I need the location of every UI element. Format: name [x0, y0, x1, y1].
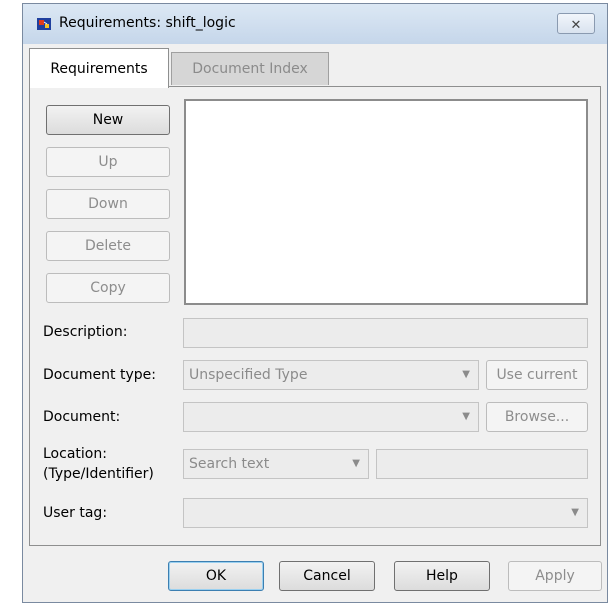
- tab-document-index[interactable]: Document Index: [171, 52, 329, 85]
- ok-button[interactable]: OK: [168, 561, 264, 591]
- down-button[interactable]: Down: [46, 189, 170, 219]
- tab-requirements[interactable]: Requirements: [29, 48, 169, 88]
- browse-button[interactable]: Browse...: [486, 402, 588, 432]
- cancel-button[interactable]: Cancel: [279, 561, 375, 591]
- title-bar[interactable]: Requirements: shift_logic ✕: [23, 4, 607, 44]
- location-identifier-field[interactable]: [376, 449, 588, 479]
- requirements-dialog: Requirements: shift_logic ✕ Requirements…: [22, 3, 608, 603]
- document-select[interactable]: ▼: [183, 402, 479, 432]
- new-button[interactable]: New: [46, 105, 170, 135]
- chevron-down-icon: ▼: [571, 507, 579, 518]
- document-label: Document:: [43, 409, 121, 425]
- delete-button[interactable]: Delete: [46, 231, 170, 261]
- description-label: Description:: [43, 324, 128, 340]
- location-label: Location:: [43, 446, 107, 462]
- chevron-down-icon: ▼: [352, 458, 360, 469]
- close-button[interactable]: ✕: [557, 13, 595, 34]
- close-icon: ✕: [570, 17, 582, 32]
- copy-button[interactable]: Copy: [46, 273, 170, 303]
- window-title: Requirements: shift_logic: [59, 15, 236, 31]
- user-tag-select[interactable]: ▼: [183, 498, 588, 528]
- use-current-button[interactable]: Use current: [486, 360, 588, 390]
- document-type-value: Unspecified Type: [189, 367, 308, 383]
- up-button[interactable]: Up: [46, 147, 170, 177]
- simulink-model-icon: [36, 16, 52, 32]
- chevron-down-icon: ▼: [462, 411, 470, 422]
- description-field[interactable]: [183, 318, 588, 348]
- document-type-select[interactable]: Unspecified Type ▼: [183, 360, 479, 390]
- location-type-value: Search text: [189, 456, 270, 472]
- user-tag-label: User tag:: [43, 505, 108, 521]
- apply-button[interactable]: Apply: [508, 561, 602, 591]
- chevron-down-icon: ▼: [462, 369, 470, 380]
- location-sublabel: (Type/Identifier): [43, 466, 154, 482]
- help-button[interactable]: Help: [394, 561, 490, 591]
- requirements-list[interactable]: [184, 99, 588, 305]
- location-type-select[interactable]: Search text ▼: [183, 449, 369, 479]
- document-type-label: Document type:: [43, 367, 156, 383]
